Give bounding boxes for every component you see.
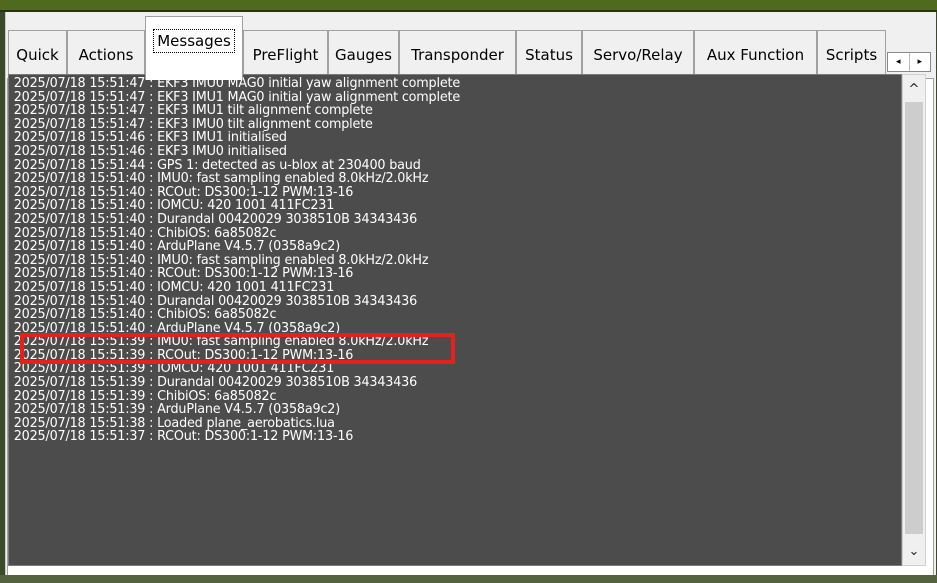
tab-quick[interactable]: Quick bbox=[8, 30, 67, 78]
tab-strip: Quick Actions Messages PreFlight Gauges … bbox=[6, 12, 936, 82]
tab-label: Gauges bbox=[335, 45, 392, 64]
tab-status[interactable]: Status bbox=[516, 30, 582, 78]
tab-scroll-left-icon[interactable]: ◂ bbox=[888, 53, 910, 71]
messages-vertical-scrollbar[interactable]: ^ ⌄ bbox=[902, 74, 926, 566]
window-top-bar bbox=[0, 0, 937, 10]
tab-label: PreFlight bbox=[252, 45, 319, 64]
tab-gauges[interactable]: Gauges bbox=[328, 30, 399, 78]
messages-log-lines: 2025/07/18 15:51:47 : EKF3 IMU0 MAG0 ini… bbox=[9, 76, 489, 445]
tab-label: Servo/Relay bbox=[593, 45, 683, 64]
tab-actions[interactable]: Actions bbox=[67, 30, 145, 78]
scroll-down-icon[interactable]: ⌄ bbox=[903, 541, 925, 561]
tab-preflight[interactable]: PreFlight bbox=[243, 30, 328, 78]
message-line: 2025/07/18 15:51:37 : RCOut: DS300:1-12 … bbox=[13, 428, 354, 445]
tab-label: Status bbox=[525, 45, 573, 64]
tab-transponder[interactable]: Transponder bbox=[399, 30, 516, 78]
tab-aux-function[interactable]: Aux Function bbox=[694, 30, 817, 78]
tab-label: Quick bbox=[16, 45, 59, 64]
tab-messages[interactable]: Messages bbox=[145, 16, 243, 80]
tab-scripts[interactable]: Scripts bbox=[817, 30, 886, 78]
tab-label: Actions bbox=[78, 45, 134, 64]
scroll-up-icon[interactable]: ^ bbox=[903, 79, 925, 99]
window-bottom-strip bbox=[0, 575, 937, 583]
tab-label: Transponder bbox=[411, 45, 504, 64]
messages-log[interactable]: 2025/07/18 15:51:47 : EKF3 IMU0 MAG0 ini… bbox=[8, 74, 902, 566]
tab-label: Aux Function bbox=[706, 45, 805, 64]
tab-scroll-buttons: ◂ ▸ bbox=[887, 52, 931, 72]
scrollbar-thumb[interactable] bbox=[905, 102, 923, 534]
tab-servo-relay[interactable]: Servo/Relay bbox=[582, 30, 694, 78]
tab-label: Scripts bbox=[825, 45, 878, 64]
tab-scroll-right-icon[interactable]: ▸ bbox=[910, 53, 931, 71]
tab-label: Messages bbox=[153, 28, 235, 53]
